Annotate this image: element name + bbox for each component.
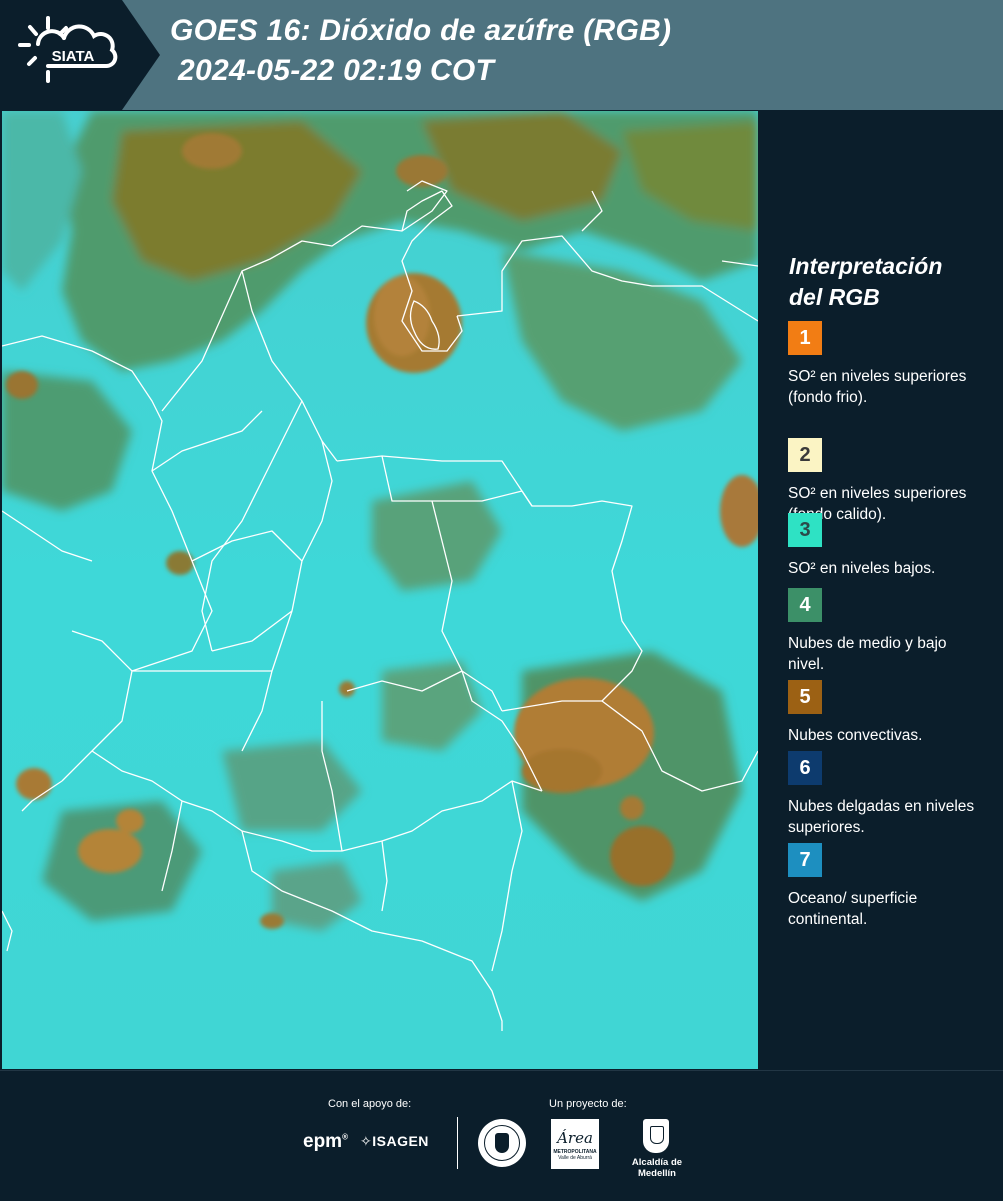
page-title: GOES 16: Dióxido de azúfre (RGB): [170, 14, 672, 47]
legend-label-5: Nubes convectivas.: [788, 727, 923, 744]
coat-of-arms-icon: [643, 1119, 669, 1153]
legend-label-4: Nubes de medio y bajo nivel.: [788, 635, 947, 673]
isagen-mark-icon: ✧: [360, 1133, 373, 1149]
legend-title: Interpretación del RGB: [789, 253, 943, 310]
medellin-seal-logo: [478, 1119, 526, 1167]
footer-bar: Con el apoyo de: Un proyecto de: epm® ✧I…: [0, 1070, 1003, 1201]
satellite-map: [2, 111, 758, 1069]
legend-label-3: SO² en niveles bajos.: [788, 560, 936, 577]
project-label: Un proyecto de:: [549, 1098, 627, 1110]
header-bar: SIATA GOES 16: Dióxido de azúfre (RGB) 2…: [0, 0, 1003, 110]
legend-swatch-5: 5: [788, 680, 822, 714]
area-metropolitana-logo: Área METROPOLITANA Valle de Aburrá: [551, 1119, 599, 1169]
legend-label-7: Oceano/ superficie continental.: [788, 890, 918, 928]
svg-text:SIATA: SIATA: [52, 48, 95, 65]
footer-divider: [457, 1117, 458, 1169]
legend-label-6: Nubes delgadas en niveles superiores.: [788, 798, 975, 836]
legend-swatch-2: 2: [788, 438, 822, 472]
legend-label-1: SO² en niveles superiores (fondo frio).: [788, 368, 967, 406]
legend-swatch-4: 4: [788, 588, 822, 622]
legend-swatch-1: 1: [788, 321, 822, 355]
isagen-logo: ✧ISAGEN: [360, 1133, 429, 1149]
legend-swatch-7: 7: [788, 843, 822, 877]
legend-panel: Interpretación del RGB 1 SO² en niveles s…: [760, 111, 1003, 1069]
alcaldia-medellin-logo: Alcaldía de Medellín: [612, 1119, 702, 1179]
legend-swatch-6: 6: [788, 751, 822, 785]
page-timestamp: 2024-05-22 02:19 COT: [178, 54, 495, 87]
support-label: Con el apoyo de:: [328, 1098, 412, 1110]
epm-logo: epm®: [303, 1131, 348, 1152]
siata-logo: SIATA: [0, 0, 160, 110]
legend-swatch-3: 3: [788, 513, 822, 547]
